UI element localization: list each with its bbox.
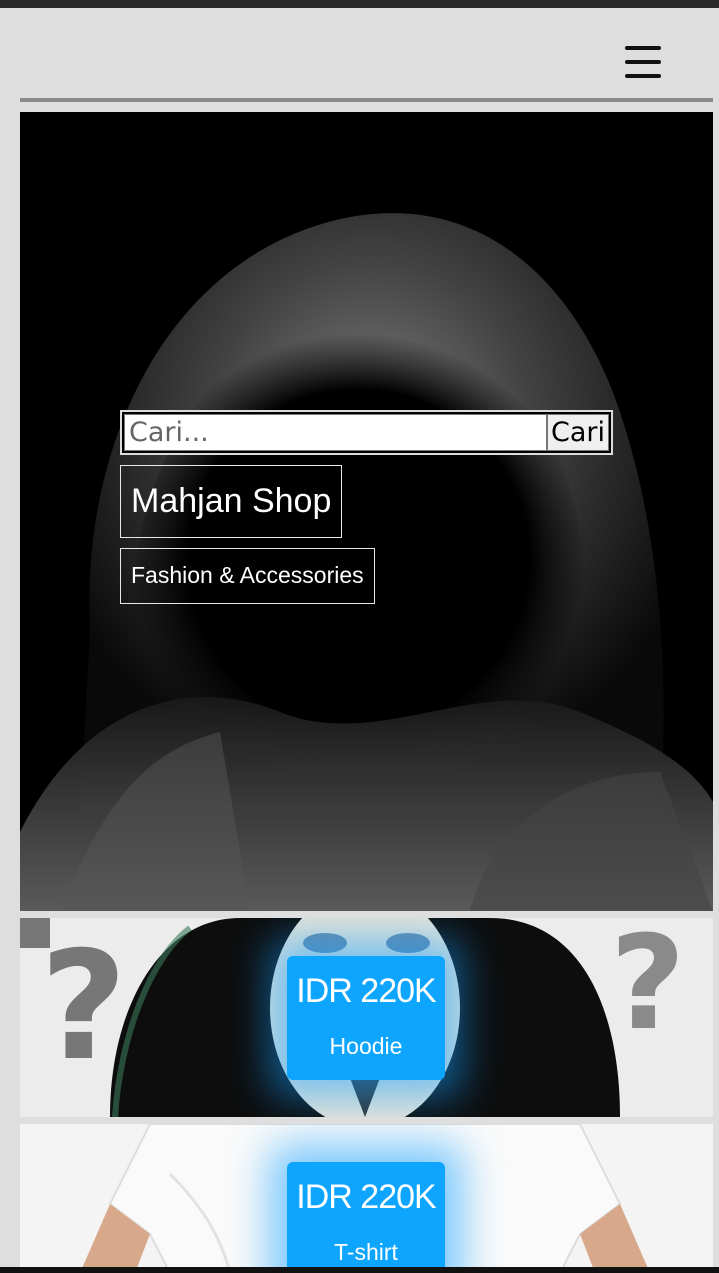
- search-button[interactable]: Cari: [547, 414, 609, 451]
- product-name: T-shirt: [334, 1239, 398, 1265]
- hamburger-menu-icon[interactable]: [620, 44, 666, 84]
- product-price: IDR 220K: [296, 972, 436, 1010]
- shop-tagline: Fashion & Accessories: [120, 548, 375, 604]
- menu-line: [625, 74, 661, 78]
- nav-divider: [20, 98, 713, 102]
- shop-title: Mahjan Shop: [120, 465, 343, 538]
- navbar: [0, 8, 719, 100]
- product-name: Hoodie: [329, 1033, 403, 1059]
- price-badge[interactable]: IDR 220K T-shirt: [287, 1162, 445, 1273]
- menu-line: [625, 46, 661, 50]
- price-badge[interactable]: IDR 220K Hoodie: [287, 956, 445, 1080]
- status-bar: [0, 0, 719, 8]
- hero-banner: Cari Mahjan Shop Fashion & Accessories: [20, 112, 713, 911]
- product-card-tshirt[interactable]: IDR 220K T-shirt: [20, 1124, 713, 1273]
- search-input[interactable]: [124, 414, 547, 451]
- svg-text:?: ?: [610, 918, 685, 1059]
- bottom-edge: [0, 1267, 719, 1273]
- search-form: Cari: [120, 410, 613, 455]
- menu-line: [625, 60, 661, 64]
- product-price: IDR 220K: [296, 1178, 436, 1216]
- product-card-hoodie[interactable]: ? ? ? IDR 220K Hoodie: [20, 918, 713, 1117]
